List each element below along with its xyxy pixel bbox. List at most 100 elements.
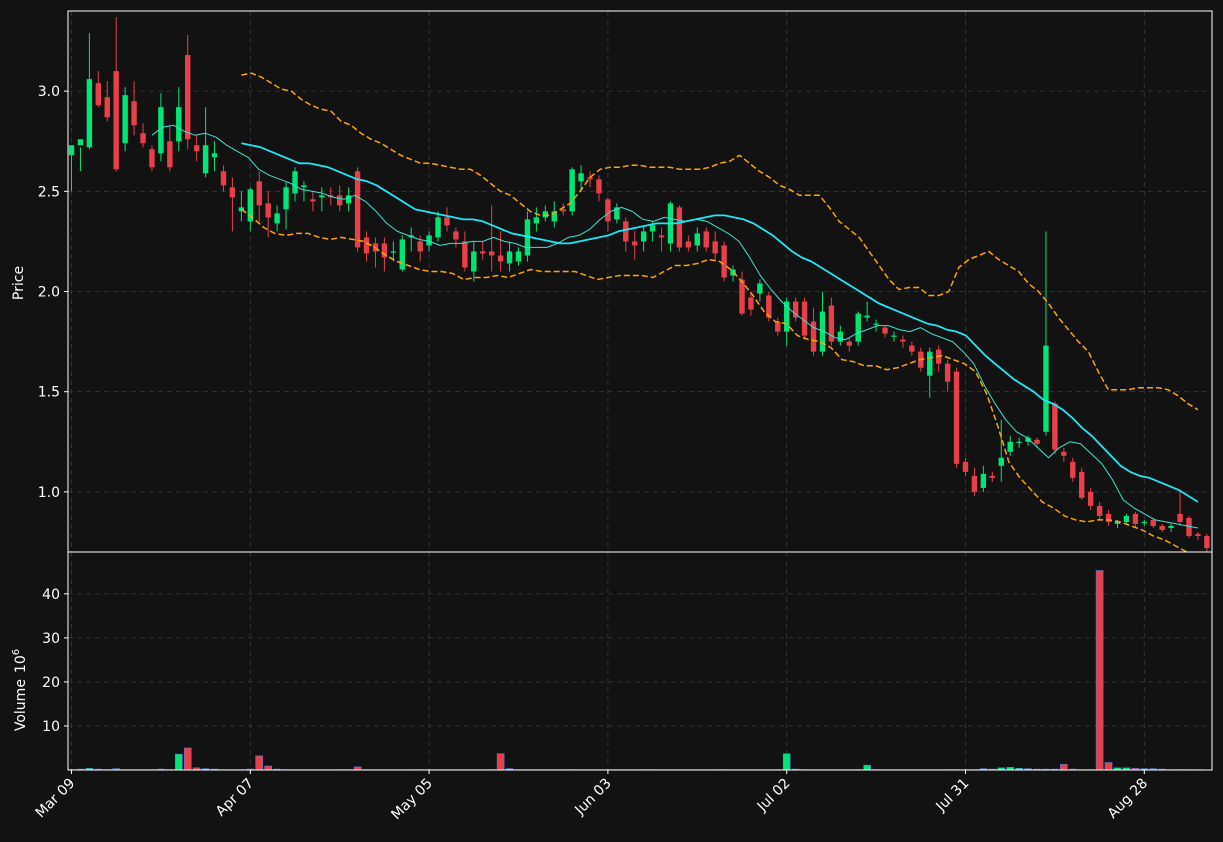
candle-up bbox=[542, 211, 549, 218]
candle-down bbox=[971, 475, 978, 492]
candle-down bbox=[953, 371, 960, 464]
candle-up bbox=[283, 187, 289, 210]
candle-down bbox=[685, 241, 692, 248]
candle-up bbox=[390, 251, 397, 253]
volume-bar bbox=[264, 765, 272, 771]
price-tick-label: 2.0 bbox=[38, 285, 60, 301]
candle-up bbox=[1043, 345, 1049, 432]
volume-tick-label: 20 bbox=[42, 675, 60, 691]
candle-up bbox=[426, 235, 432, 246]
candle-up bbox=[202, 145, 209, 174]
candle-down bbox=[900, 339, 906, 342]
candle-down bbox=[453, 231, 459, 240]
candle-up bbox=[1123, 515, 1130, 522]
candle-down bbox=[801, 301, 808, 336]
candle-down bbox=[167, 141, 173, 168]
candle-down bbox=[256, 181, 262, 206]
candle-up bbox=[1168, 525, 1174, 528]
candle-down bbox=[220, 171, 227, 186]
candle-down bbox=[989, 475, 996, 478]
candle-up bbox=[533, 217, 540, 224]
candle-up bbox=[873, 323, 879, 325]
candle-down bbox=[909, 345, 915, 352]
candle-up bbox=[998, 457, 1004, 466]
candle-down bbox=[605, 199, 611, 222]
candle-up bbox=[757, 283, 763, 294]
candle-down bbox=[337, 195, 343, 206]
date-tick-label: Jun 03 bbox=[571, 776, 614, 819]
candle-up bbox=[77, 139, 84, 146]
candle-down bbox=[444, 217, 450, 226]
candle-up bbox=[301, 185, 307, 188]
price-plot-area bbox=[68, 11, 1212, 552]
candle-down bbox=[587, 177, 593, 180]
candle-up bbox=[855, 313, 861, 342]
candle-down bbox=[1079, 471, 1085, 498]
date-tick-label: Jul 31 bbox=[933, 776, 973, 816]
candle-up bbox=[68, 145, 75, 156]
candle-up bbox=[471, 251, 477, 272]
candle-down bbox=[658, 235, 665, 238]
candle-down bbox=[632, 241, 638, 246]
candle-down bbox=[676, 207, 683, 248]
volume-bar bbox=[174, 753, 183, 771]
candle-up bbox=[211, 153, 218, 158]
candle-up bbox=[640, 231, 647, 242]
candle-down bbox=[104, 97, 110, 118]
candle-down bbox=[113, 71, 119, 170]
volume-tick-label: 40 bbox=[42, 587, 60, 603]
price-panel: 1.0 1.5 2.0 2.5 3.0 bbox=[38, 10, 1213, 553]
volume-bar bbox=[782, 753, 791, 771]
candle-up bbox=[515, 251, 522, 262]
candle-down bbox=[310, 199, 316, 202]
volume-tick-label: 30 bbox=[42, 631, 60, 647]
price-tick-label: 1.5 bbox=[38, 385, 60, 401]
candle-down bbox=[739, 279, 745, 314]
candle-down bbox=[703, 231, 709, 248]
volume-bar bbox=[183, 747, 192, 771]
candle-up bbox=[506, 251, 513, 264]
candle-up bbox=[399, 239, 405, 270]
candle-up bbox=[837, 331, 844, 342]
stock-chart: 1.0 1.5 2.0 2.5 3.0 10 20 30 40 Mar 09 Apr 07 May … bbox=[11, 10, 1213, 824]
candle-down bbox=[497, 255, 504, 262]
candle-down bbox=[149, 149, 155, 168]
candle-down bbox=[354, 171, 361, 248]
candle-up bbox=[694, 233, 700, 246]
candle-down bbox=[1159, 525, 1165, 530]
price-tick-label: 2.5 bbox=[38, 184, 60, 200]
candle-down bbox=[962, 461, 969, 472]
candle-up bbox=[274, 213, 280, 224]
candle-down bbox=[1204, 535, 1210, 548]
candle-up bbox=[578, 173, 584, 182]
date-tick-label: Aug 28 bbox=[1105, 776, 1151, 822]
candle-up bbox=[1016, 441, 1022, 443]
candle-down bbox=[1096, 505, 1103, 516]
volume-plot-area bbox=[68, 552, 1212, 770]
date-tick-label: Apr 07 bbox=[213, 776, 257, 820]
candle-up bbox=[319, 195, 325, 198]
candle-up bbox=[435, 217, 441, 238]
candle-down bbox=[1070, 461, 1076, 478]
candle-up bbox=[569, 169, 575, 212]
candle-up bbox=[292, 171, 298, 194]
candle-down bbox=[882, 327, 888, 334]
candle-down bbox=[846, 341, 852, 346]
date-tick-label: May 05 bbox=[388, 776, 436, 824]
price-tick-label: 1.0 bbox=[38, 485, 60, 501]
candle-down bbox=[1087, 491, 1094, 506]
candle-up bbox=[649, 225, 656, 232]
candle-up bbox=[1007, 441, 1013, 452]
candle-down bbox=[1150, 519, 1156, 526]
candle-down bbox=[623, 221, 629, 242]
candle-down bbox=[265, 203, 271, 218]
candle-down bbox=[480, 251, 486, 254]
candle-down bbox=[488, 251, 495, 256]
candle-down bbox=[775, 321, 781, 332]
candle-down bbox=[131, 101, 137, 126]
volume-tick-label: 10 bbox=[42, 719, 60, 735]
candle-down bbox=[462, 241, 468, 268]
candle-down bbox=[721, 245, 727, 278]
date-tick-label: Jul 02 bbox=[754, 776, 794, 816]
candle-up bbox=[122, 95, 128, 144]
